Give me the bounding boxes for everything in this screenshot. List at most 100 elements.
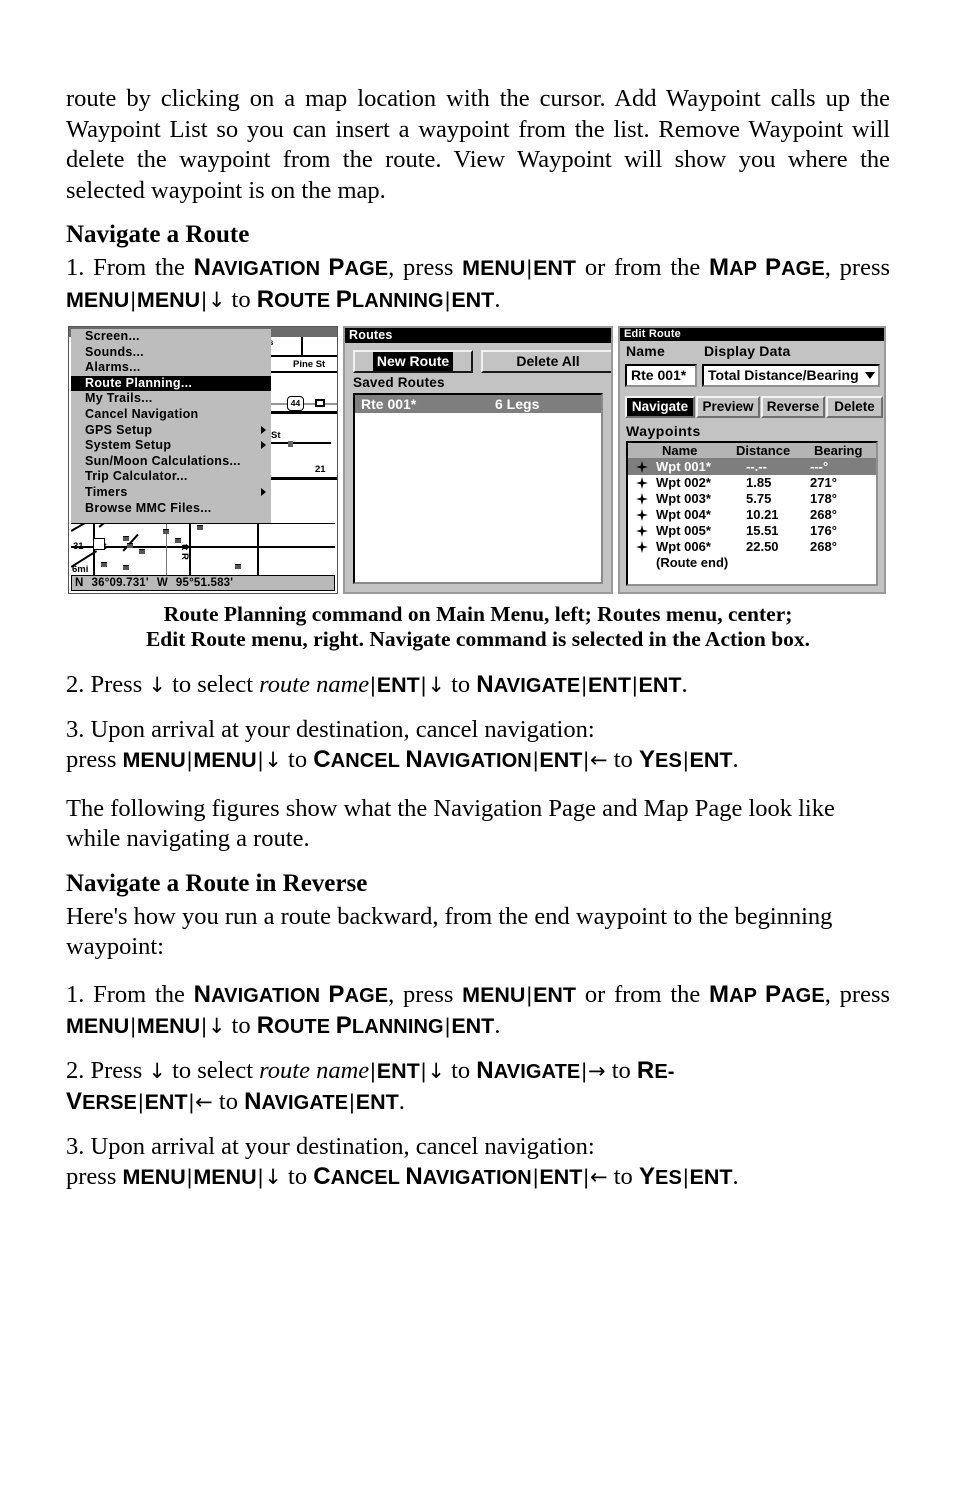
waypoint-name: Wpt 006* <box>656 539 711 554</box>
figure-caption-line-1: Route Planning command on Main Menu, lef… <box>163 602 793 626</box>
key-ent-2: ENT <box>451 287 495 312</box>
left-arrow-icon: ← <box>195 1090 213 1114</box>
step-2-period: . <box>681 671 688 698</box>
middle-paragraph: The following figures show what the Navi… <box>66 794 835 853</box>
key-yes: YES <box>638 1163 682 1190</box>
waypoints-list[interactable]: Name Distance Bearing Wpt 001* --.-- ---… <box>626 441 878 586</box>
menu-item-11[interactable]: Browse MMC Files... <box>71 501 271 517</box>
new-route-button-label: New Route <box>372 352 454 371</box>
figure-caption: Route Planning command on Main Menu, lef… <box>66 602 890 652</box>
figure-row-gps-screens: s Pine St 44 St 21 Screen... Sounds... A… <box>68 326 886 594</box>
menu-item-label: Sun/Moon Calculations... <box>85 453 241 468</box>
waypoint-bearing: 176° <box>810 523 837 538</box>
step-1-text-a: From the <box>93 254 185 281</box>
menu-item-8[interactable]: Sun/Moon Calculations... <box>71 454 271 470</box>
waypoint-name: Wpt 003* <box>656 491 711 506</box>
route-name-placeholder: route name <box>259 671 370 698</box>
key-menu-3: MENU <box>136 287 201 312</box>
reverse-step-3-press: press <box>66 1163 117 1190</box>
saved-routes-list[interactable]: Rte 001* 6 Legs <box>353 393 603 584</box>
map-label-park-rd: tt R <box>179 544 190 560</box>
menu-item-label: Alarms... <box>85 360 141 375</box>
menu-item-route-planning[interactable]: Route Planning... <box>71 375 271 392</box>
route-name-field[interactable]: Rte 001* <box>625 364 697 387</box>
map-right-strip: s Pine St 44 St 21 <box>271 337 337 525</box>
intro-paragraph: route by clicking on a map location with… <box>66 85 890 204</box>
waypoint-bearing: 268° <box>810 539 837 554</box>
key-navigate-2: NAVIGATE <box>244 1088 349 1115</box>
preview-button[interactable]: Preview <box>696 396 760 418</box>
preview-button-label: Preview <box>702 399 754 414</box>
menu-item-5[interactable]: Cancel Navigation <box>71 407 271 423</box>
waypoint-row[interactable]: Wpt 003* 5.75 178° <box>628 491 876 507</box>
page-content-lower: 2. Press ↓ to select route name|ENT|↓ to… <box>66 670 890 1194</box>
waypoint-row[interactable]: Wpt 001* --.-- ---° <box>628 459 876 475</box>
route-end-label: (Route end) <box>656 555 729 570</box>
key-navigation-page: NAVIGATION PAGE <box>193 980 389 1008</box>
waypoint-icon <box>636 509 648 521</box>
reverse-step-1: 1. From the NAVIGATION PAGE, press MENU|… <box>66 980 891 1040</box>
waypoint-row[interactable]: Wpt 004* 10.21 268° <box>628 507 876 523</box>
menu-item-label: Screen... <box>85 329 140 343</box>
menu-item-4[interactable]: My Trails... <box>71 391 271 407</box>
reverse-button[interactable]: Reverse <box>761 396 825 418</box>
delete-all-button[interactable]: Delete All <box>481 350 611 373</box>
route-name: Rte 001* <box>361 396 417 412</box>
menu-item-2[interactable]: Alarms... <box>71 360 271 376</box>
menu-item-1[interactable]: Sounds... <box>71 345 271 361</box>
main-menu-list[interactable]: Screen... Sounds... Alarms... Route Plan… <box>71 329 271 523</box>
latitude-hemisphere: N <box>75 577 84 589</box>
waypoint-bearing: 271° <box>810 475 837 490</box>
chevron-right-icon <box>261 487 266 496</box>
map-label-31: 31 <box>73 541 84 552</box>
route-list-row[interactable]: Rte 001* 6 Legs <box>355 395 601 413</box>
gps-screen-routes: Routes New Route Delete All Saved Routes… <box>343 326 613 594</box>
key-ent: ENT <box>533 256 577 280</box>
reverse-step-1-text-c: or from the <box>584 980 701 1008</box>
waypoints-label: Waypoints <box>626 423 701 439</box>
reverse-step-1-to: to <box>231 1012 251 1039</box>
navigate-button-label: Navigate <box>631 399 689 414</box>
down-arrow-icon: ↓ <box>264 1165 282 1189</box>
reverse-step-1-period: . <box>494 1012 501 1039</box>
key-menu-2: MENU <box>66 287 130 312</box>
new-route-button[interactable]: New Route <box>353 350 473 373</box>
display-data-value: Total Distance/Bearing <box>708 367 859 383</box>
key-menu: MENU <box>462 982 526 1007</box>
gps-screen-edit-route: Edit Route Name Display Data Rte 001* To… <box>618 326 886 594</box>
page-content: route by clicking on a map location with… <box>66 84 890 316</box>
waypoint-distance: 10.21 <box>746 507 779 522</box>
key-menu-2: MENU <box>193 748 257 772</box>
navigate-button[interactable]: Navigate <box>625 396 695 418</box>
key-ent-3: ENT <box>355 1090 399 1114</box>
menu-item-6[interactable]: GPS Setup <box>71 423 271 439</box>
down-arrow-icon: ↓ <box>207 287 226 312</box>
routes-button-row: New Route Delete All <box>353 350 611 373</box>
column-name: Name <box>662 443 698 458</box>
menu-item-label: Browse MMC Files... <box>85 500 212 515</box>
reverse-step-3-line-1: Upon arrival at your destination, cancel… <box>90 1132 595 1160</box>
menu-item-10[interactable]: Timers <box>71 485 271 501</box>
menu-item-7[interactable]: System Setup <box>71 438 271 454</box>
step-3-to: to <box>288 746 308 773</box>
display-data-dropdown[interactable]: Total Distance/Bearing <box>702 364 880 387</box>
key-route-planning: ROUTE PLANNING <box>256 1012 444 1039</box>
key-cancel-navigation: CANCEL NAVIGATION <box>313 1163 532 1190</box>
waypoint-row[interactable]: Wpt 006* 22.50 268° <box>628 539 876 555</box>
reverse-step-3-period: . <box>732 1163 739 1190</box>
key-ent: ENT <box>376 1058 420 1083</box>
gps-screen-main-menu: s Pine St 44 St 21 Screen... Sounds... A… <box>68 326 338 594</box>
key-menu: MENU <box>462 256 526 280</box>
step-1-text-d: , press <box>824 254 891 281</box>
key-ent: ENT <box>533 982 577 1007</box>
down-arrow-icon: ↓ <box>427 673 445 697</box>
longitude-value: 95°51.583' <box>175 577 234 589</box>
waypoint-row[interactable]: Wpt 002* 1.85 271° <box>628 475 876 491</box>
waypoint-row[interactable]: Wpt 005* 15.51 176° <box>628 523 876 539</box>
menu-item-0[interactable]: Screen... <box>71 329 271 345</box>
delete-button[interactable]: Delete <box>826 396 883 418</box>
waypoint-icon <box>636 461 648 473</box>
menu-item-9[interactable]: Trip Calculator... <box>71 469 271 485</box>
edit-route-title-bar: Edit Route <box>620 328 884 341</box>
display-data-label: Display Data <box>704 343 791 359</box>
